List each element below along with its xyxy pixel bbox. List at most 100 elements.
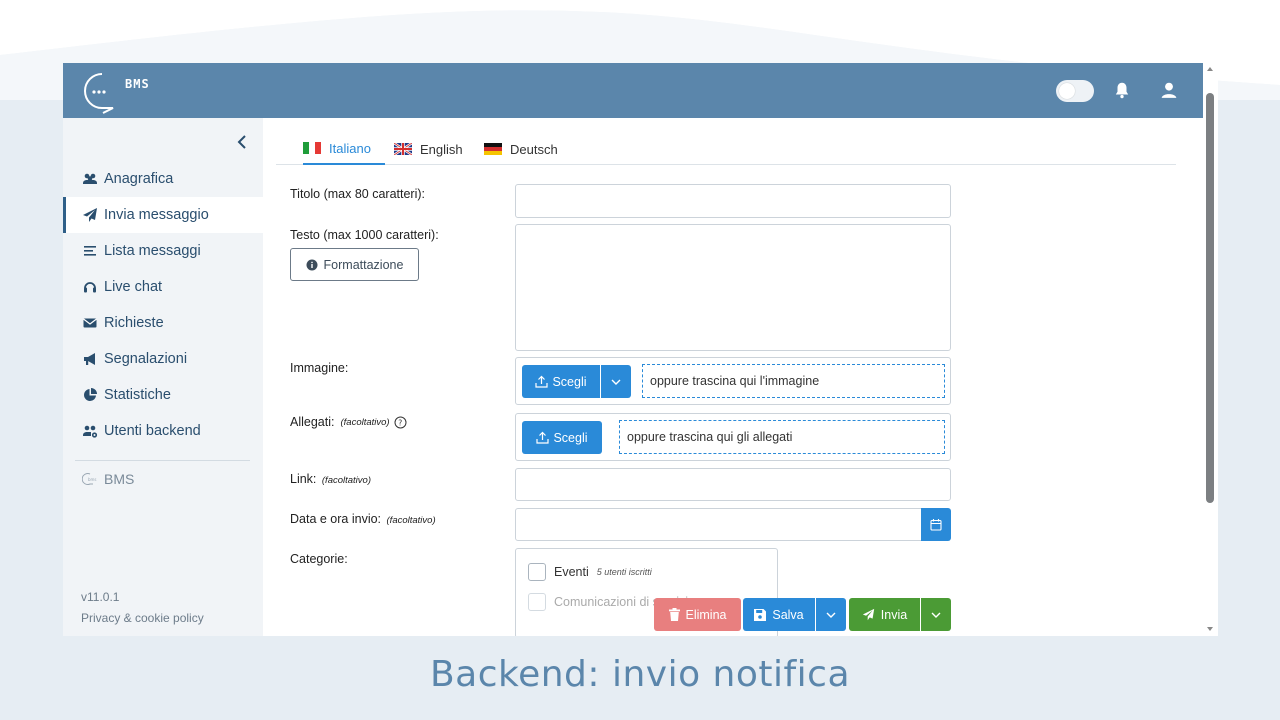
paper-plane-icon xyxy=(83,208,97,222)
scroll-up-arrow-icon[interactable] xyxy=(1206,66,1214,72)
link-label-row: Link: (facoltativo) xyxy=(290,472,371,486)
sidebar-item-invia-messaggio[interactable]: Invia messaggio xyxy=(63,197,263,233)
users-gear-icon xyxy=(83,425,98,438)
help-icon[interactable]: ? xyxy=(394,416,407,429)
sidebar-item-segnalazioni[interactable]: Segnalazioni xyxy=(63,341,263,377)
svg-text:bms: bms xyxy=(88,477,97,482)
category-checkbox[interactable] xyxy=(528,563,546,581)
date-label: Data e ora invio: xyxy=(290,512,382,526)
save-dropdown-button[interactable] xyxy=(816,598,846,631)
calendar-button[interactable] xyxy=(921,508,951,541)
format-button[interactable]: Formattazione xyxy=(290,248,419,281)
bms-logo[interactable] xyxy=(77,68,147,114)
sidebar-item-anagrafica[interactable]: Anagrafica xyxy=(63,161,263,197)
users-icon xyxy=(83,173,97,184)
sidebar-item-statistiche[interactable]: Statistiche xyxy=(63,377,263,413)
send-button[interactable]: Invia xyxy=(849,598,920,631)
theme-toggle[interactable] xyxy=(1056,80,1094,102)
trash-icon xyxy=(668,608,680,621)
send-dropdown-button[interactable] xyxy=(921,598,951,631)
attachments-upload: Scegli oppure trascina qui gli allegati xyxy=(515,413,951,461)
choose-image-button[interactable]: Scegli xyxy=(522,365,600,398)
format-button-label: Formattazione xyxy=(323,257,404,272)
date-input[interactable] xyxy=(515,508,922,541)
info-icon xyxy=(306,259,318,270)
attachments-label-row: Allegati: (facoltativo) ? xyxy=(290,415,407,429)
link-input[interactable] xyxy=(515,468,951,501)
app-version: v11.0.1 xyxy=(81,590,120,604)
pie-chart-icon xyxy=(84,388,97,401)
sidebar-item-label: Richieste xyxy=(104,315,164,331)
italy-flag-icon xyxy=(303,142,321,154)
text-textarea[interactable] xyxy=(515,224,951,351)
sidebar-item-label: Utenti backend xyxy=(104,423,201,439)
category-name: Eventi xyxy=(554,565,589,579)
chevron-down-icon xyxy=(826,612,836,618)
categories-label: Categorie: xyxy=(290,552,348,566)
image-dropzone[interactable]: oppure trascina qui l'immagine xyxy=(642,364,945,398)
date-label-row: Data e ora invio: (facoltativo) xyxy=(290,512,436,526)
chevron-down-icon xyxy=(611,379,621,385)
bms-link-label: BMS xyxy=(104,471,135,487)
sidebar-item-richieste[interactable]: Richieste xyxy=(63,305,263,341)
floppy-disk-icon xyxy=(754,608,767,621)
link-label: Link: xyxy=(290,472,317,486)
title-input[interactable] xyxy=(515,184,951,218)
bell-icon[interactable] xyxy=(1113,81,1131,99)
attachments-label: Allegati: xyxy=(290,415,335,429)
tab-deutsch[interactable]: Deutsch xyxy=(484,133,558,165)
sidebar-item-label: Statistiche xyxy=(104,387,171,403)
privacy-link[interactable]: Privacy & cookie policy xyxy=(81,611,204,625)
delete-button[interactable]: Elimina xyxy=(654,598,741,631)
category-item[interactable]: Eventi 5 utenti iscritti xyxy=(528,563,652,581)
slide-caption: Backend: invio notifica xyxy=(429,654,851,695)
delete-label: Elimina xyxy=(685,607,727,622)
tab-italiano[interactable]: Italiano xyxy=(303,133,385,165)
tab-label: English xyxy=(420,141,463,157)
chevron-down-icon xyxy=(931,612,941,618)
scroll-down-arrow-icon[interactable] xyxy=(1206,626,1214,632)
logo-text: BMS xyxy=(125,77,150,91)
save-label: Salva xyxy=(772,607,804,622)
upload-icon xyxy=(535,375,549,388)
link-optional: (facoltativo) xyxy=(321,475,371,486)
calendar-icon xyxy=(930,519,942,531)
sidebar-item-label: Invia messaggio xyxy=(104,207,209,223)
top-bar: BMS xyxy=(63,63,1203,118)
sidebar-item-utenti-backend[interactable]: Utenti backend xyxy=(63,413,263,449)
paper-plane-icon xyxy=(862,608,874,621)
tab-label: Italiano xyxy=(329,140,371,156)
bms-link[interactable]: bms BMS xyxy=(82,471,134,487)
headset-icon xyxy=(84,282,96,293)
language-tabs: Italiano English Deutsch xyxy=(276,133,1176,165)
category-checkbox[interactable] xyxy=(528,593,546,611)
sidebar-item-label: Segnalazioni xyxy=(104,351,188,367)
category-count: 5 utenti iscritti xyxy=(596,567,652,577)
sidebar-item-live-chat[interactable]: Live chat xyxy=(63,269,263,305)
sidebar-divider xyxy=(75,460,250,461)
choose-image-dropdown[interactable] xyxy=(601,365,631,398)
user-icon[interactable] xyxy=(1160,81,1178,99)
save-button[interactable]: Salva xyxy=(743,598,815,631)
choose-attachments-button[interactable]: Scegli xyxy=(522,421,602,454)
choose-label: Scegli xyxy=(552,374,587,389)
upload-icon xyxy=(536,431,550,444)
sidebar-item-label: Lista messaggi xyxy=(104,243,201,259)
sidebar-item-lista-messaggi[interactable]: Lista messaggi xyxy=(63,233,263,269)
sidebar-item-label: Anagrafica xyxy=(104,171,174,187)
tab-label: Deutsch xyxy=(510,141,558,157)
tab-english[interactable]: English xyxy=(394,133,463,165)
sidebar-item-label: Live chat xyxy=(104,279,163,295)
title-label: Titolo (max 80 caratteri): xyxy=(290,187,425,201)
envelope-icon xyxy=(83,318,97,328)
bms-mini-logo-icon: bms xyxy=(82,473,97,485)
megaphone-icon xyxy=(84,353,95,365)
date-optional: (facoltativo) xyxy=(386,515,436,526)
app-window: BMS Anagrafica Invia messaggio Lista mes… xyxy=(63,63,1203,636)
list-icon xyxy=(84,246,96,256)
scrollbar-thumb[interactable] xyxy=(1206,93,1214,503)
uk-flag-icon xyxy=(394,143,412,155)
attachments-dropzone[interactable]: oppure trascina qui gli allegati xyxy=(619,420,945,454)
send-label: Invia xyxy=(880,607,908,622)
chevron-left-icon[interactable] xyxy=(235,134,249,150)
